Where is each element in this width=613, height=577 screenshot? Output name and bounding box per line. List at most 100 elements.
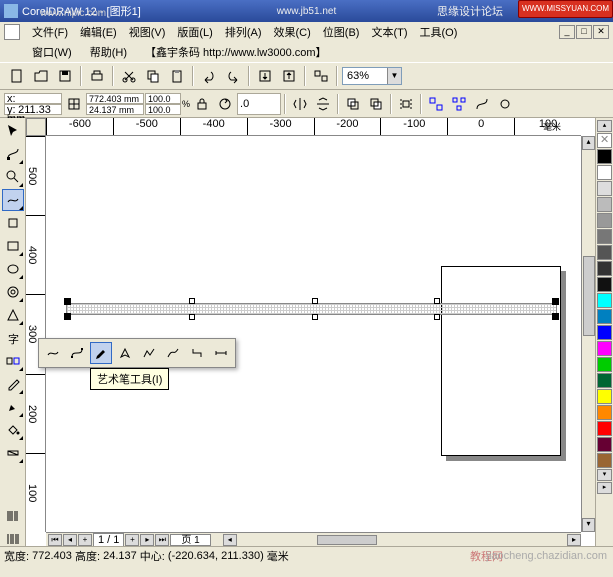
- rotation-field[interactable]: .0: [237, 93, 281, 115]
- mdi-close[interactable]: ✕: [593, 25, 609, 39]
- menu-text[interactable]: 文本(T): [365, 22, 413, 42]
- shape-tool[interactable]: [2, 143, 24, 165]
- smart-draw-tool[interactable]: [2, 212, 24, 234]
- swatch[interactable]: [597, 245, 612, 260]
- chevron-down-icon[interactable]: ▼: [387, 68, 401, 84]
- blend-tool[interactable]: [2, 350, 24, 372]
- basic-shapes-tool[interactable]: [2, 304, 24, 326]
- menu-arrange[interactable]: 排列(A): [219, 22, 268, 42]
- mdi-minimize[interactable]: _: [559, 25, 575, 39]
- selected-object[interactable]: [66, 300, 557, 318]
- ruler-horizontal[interactable]: -600 -500 -400 -300 -200 -100 0 100 毫米: [46, 118, 581, 136]
- freehand-tool-fly[interactable]: [42, 342, 64, 364]
- zoom-tool[interactable]: [2, 166, 24, 188]
- app-launcher-button[interactable]: [310, 65, 332, 87]
- freehand-tool[interactable]: [2, 189, 24, 211]
- first-page-button[interactable]: ⏮: [48, 534, 62, 546]
- selection-handle[interactable]: [552, 313, 559, 320]
- options-button[interactable]: [494, 93, 516, 115]
- ruler-vertical[interactable]: 500 400 300 200 100: [26, 136, 46, 532]
- swatch[interactable]: [597, 405, 612, 420]
- swatch[interactable]: [597, 325, 612, 340]
- swatch[interactable]: [597, 341, 612, 356]
- undo-button[interactable]: [198, 65, 220, 87]
- swatch[interactable]: [597, 229, 612, 244]
- add-page-before-button[interactable]: +: [78, 534, 92, 546]
- palette-down-button[interactable]: ▾: [597, 469, 612, 481]
- swatch[interactable]: [597, 453, 612, 468]
- copy-button[interactable]: [142, 65, 164, 87]
- export-button[interactable]: [278, 65, 300, 87]
- polyline-tool-fly[interactable]: [138, 342, 160, 364]
- barcode-tool[interactable]: [2, 505, 24, 527]
- scroll-up-button[interactable]: ▴: [582, 136, 595, 150]
- ungroup-all-button[interactable]: [448, 93, 470, 115]
- menu-view[interactable]: 视图(V): [123, 22, 172, 42]
- menu-window[interactable]: 窗口(W): [28, 42, 76, 62]
- rectangle-tool[interactable]: [2, 235, 24, 257]
- swatch[interactable]: [597, 197, 612, 212]
- palette-up-button[interactable]: ▴: [597, 120, 612, 132]
- selection-handle[interactable]: [189, 298, 195, 304]
- cut-button[interactable]: [118, 65, 140, 87]
- swatch[interactable]: [597, 437, 612, 452]
- menu-extra[interactable]: 【鑫宇条码 http://www.lw3000.com】: [141, 42, 331, 62]
- fill-tool[interactable]: [2, 419, 24, 441]
- menu-file[interactable]: 文件(F): [26, 22, 74, 42]
- add-page-after-button[interactable]: +: [125, 534, 139, 546]
- swatch[interactable]: [597, 261, 612, 276]
- to-front-button[interactable]: [342, 93, 364, 115]
- menu-help[interactable]: 帮助(H): [86, 42, 131, 62]
- prev-page-button[interactable]: ◂: [63, 534, 77, 546]
- swatch[interactable]: [597, 309, 612, 324]
- ungroup-button[interactable]: [425, 93, 447, 115]
- polygon-tool[interactable]: [2, 281, 24, 303]
- redo-button[interactable]: [222, 65, 244, 87]
- swatch[interactable]: [597, 277, 612, 292]
- menu-layout[interactable]: 版面(L): [171, 22, 218, 42]
- menu-tools[interactable]: 工具(O): [414, 22, 464, 42]
- open-button[interactable]: [30, 65, 52, 87]
- selection-handle[interactable]: [64, 313, 71, 320]
- scroll-left-button[interactable]: ◂: [223, 534, 237, 546]
- 3point-curve-tool-fly[interactable]: [162, 342, 184, 364]
- artistic-media-tool-fly[interactable]: [90, 342, 112, 364]
- next-page-button[interactable]: ▸: [140, 534, 154, 546]
- selection-handle[interactable]: [189, 314, 195, 320]
- mirror-h-button[interactable]: [289, 93, 311, 115]
- scroll-down-button[interactable]: ▾: [582, 518, 595, 532]
- page-tab[interactable]: 页 1: [170, 534, 210, 546]
- connector-tool-fly[interactable]: [186, 342, 208, 364]
- swatch-none[interactable]: [597, 133, 612, 148]
- selection-handle[interactable]: [64, 298, 71, 305]
- selection-handle[interactable]: [434, 298, 440, 304]
- swatch[interactable]: [597, 389, 612, 404]
- outline-tool[interactable]: [2, 396, 24, 418]
- height-value[interactable]: 24.137 mm: [86, 104, 144, 115]
- print-button[interactable]: [86, 65, 108, 87]
- ellipse-tool[interactable]: [2, 258, 24, 280]
- lock-ratio-button[interactable]: [191, 93, 213, 115]
- pen-tool-fly[interactable]: [114, 342, 136, 364]
- save-button[interactable]: [54, 65, 76, 87]
- to-back-button[interactable]: [365, 93, 387, 115]
- swatch[interactable]: [597, 421, 612, 436]
- swatch[interactable]: [597, 213, 612, 228]
- dimension-tool-fly[interactable]: [210, 342, 232, 364]
- eyedropper-tool[interactable]: [2, 373, 24, 395]
- selection-handle[interactable]: [312, 298, 318, 304]
- zoom-combo[interactable]: 63% ▼: [342, 67, 402, 85]
- pick-tool[interactable]: [2, 120, 24, 142]
- menu-bitmaps[interactable]: 位图(B): [317, 22, 366, 42]
- scroll-thumb[interactable]: [583, 256, 595, 336]
- scroll-thumb-h[interactable]: [317, 535, 377, 545]
- document-icon[interactable]: [4, 24, 20, 40]
- swatch[interactable]: [597, 165, 612, 180]
- menu-edit[interactable]: 编辑(E): [74, 22, 123, 42]
- scale-x[interactable]: 100.0: [145, 93, 181, 104]
- palette-flyout-button[interactable]: ▸: [597, 482, 612, 494]
- mdi-restore[interactable]: □: [576, 25, 592, 39]
- last-page-button[interactable]: ⏭: [155, 534, 169, 546]
- swatch[interactable]: [597, 293, 612, 308]
- ruler-origin[interactable]: [26, 118, 46, 136]
